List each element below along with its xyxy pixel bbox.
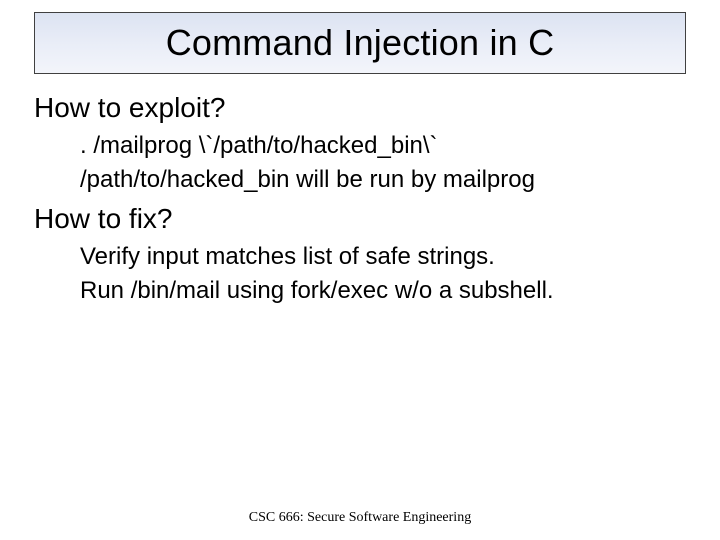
section-heading: How to fix? — [34, 203, 686, 235]
slide: Command Injection in C How to exploit? .… — [0, 0, 720, 540]
body-line: /path/to/hacked_bin will be run by mailp… — [80, 164, 686, 196]
body-line: Verify input matches list of safe string… — [80, 241, 686, 273]
section-heading: How to exploit? — [34, 92, 686, 124]
body-line: . /mailprog \`/path/to/hacked_bin\` — [80, 130, 686, 162]
body-line: Run /bin/mail using fork/exec w/o a subs… — [80, 275, 686, 307]
slide-body: How to exploit? . /mailprog \`/path/to/h… — [34, 92, 686, 309]
title-box: Command Injection in C — [34, 12, 686, 74]
slide-title: Command Injection in C — [166, 22, 555, 64]
slide-footer: CSC 666: Secure Software Engineering — [0, 510, 720, 526]
